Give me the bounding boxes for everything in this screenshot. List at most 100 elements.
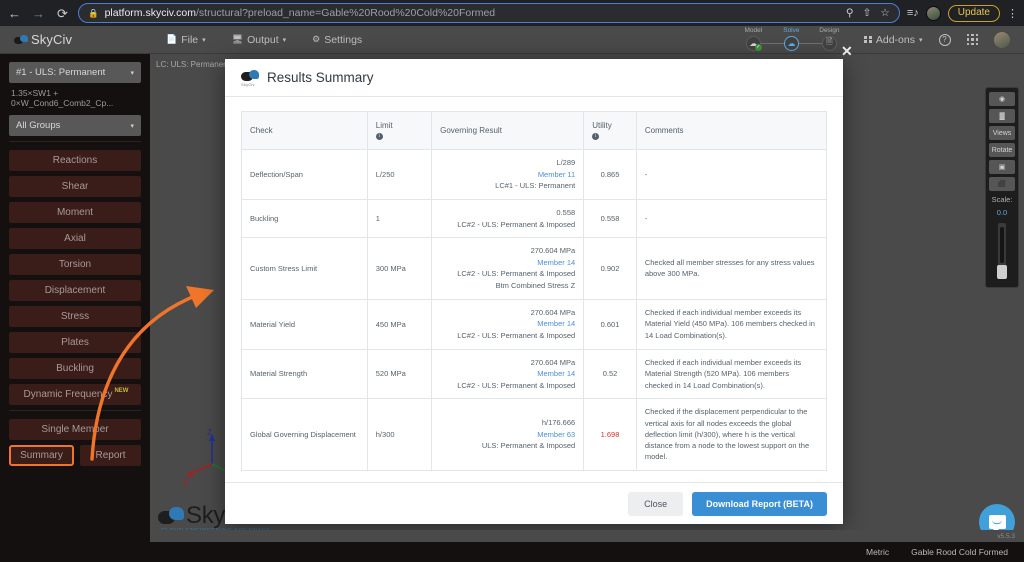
render-cube-icon[interactable]: ⬛ [989,177,1015,191]
apps-grid-icon[interactable] [966,33,978,46]
column-header-comments: Comments [635,111,828,150]
sidebar-item-shear[interactable]: Shear [9,176,141,197]
cloud-icon: ☁ [783,35,799,51]
svg-text:Z: Z [207,428,212,437]
rotate-button[interactable]: Rotate [989,143,1015,157]
status-bar: Metric Gable Rood Cold Formed [0,542,1024,562]
stage-model[interactable]: Model ☁ ✓ [734,27,792,51]
reading-list-icon[interactable]: ≡♪ [907,7,919,19]
skyciv-logo[interactable]: SkyCiv [14,32,134,47]
sidebar-item-buckling[interactable]: Buckling [9,358,141,379]
menu-settings[interactable]: ⚙ Settings [312,34,362,46]
cell-check: Deflection/Span [241,149,368,200]
gov-case: LC#2 - ULS: Permanent & Imposed [457,380,576,390]
viewport-tools-panel: ◉ ▓ Views Rotate ▣ ⬛ Scale: 0.0 [985,87,1019,288]
results-summary-table: Check Limit i Governing Result Utility i… [241,111,828,471]
search-icon[interactable]: ⚲ [846,7,854,19]
sidebar-item-report[interactable]: Report [80,445,141,466]
scale-slider[interactable] [997,222,1007,279]
gov-extra: Btm Combined Stress Z [495,281,576,290]
units-label[interactable]: Metric [866,547,889,557]
sidebar-item-plates[interactable]: Plates [9,332,141,353]
menu-file[interactable]: 📄 File ▾ [166,34,206,46]
camera-icon[interactable]: ▣ [989,160,1015,174]
reload-icon[interactable]: ⟳ [54,5,71,22]
sidebar-item-dynamic-frequency[interactable]: Dynamic Frequency NEW [9,384,141,405]
modal-header: SkyCiv Results Summary [225,59,843,97]
sidebar-divider [9,141,141,142]
menu-output[interactable]: 🖥 Output ▾ [232,34,286,46]
address-bar[interactable]: 🔒 platform.skyciv.com/structural?preload… [78,3,900,23]
browser-toolbar: ← → ⟳ 🔒 platform.skyciv.com/structural?p… [0,0,1024,26]
browser-actions: ≡♪ Update ⋮ [907,4,1018,22]
addons-menu[interactable]: Add-ons ▾ [864,34,923,46]
scale-label: Scale: [991,195,1013,204]
sidebar-item-stress[interactable]: Stress [9,306,141,327]
gov-case: LC#1 - ULS: Permanent [495,181,576,191]
stage-solve[interactable]: Solve ☁ [772,28,830,51]
cell-governing-result: L/289 Member 11 LC#1 - ULS: Permanent [431,149,585,200]
visibility-icon[interactable]: ◉ [989,92,1015,106]
kebab-menu-icon[interactable]: ⋮ [1007,7,1018,20]
menu-settings-label: Settings [324,33,363,46]
gov-value: 270.604 MPa [530,307,576,317]
cloud-icon: ☁ ✓ [745,35,762,51]
cell-check: Custom Stress Limit [241,237,368,300]
sidebar-item-summary[interactable]: Summary [9,445,74,466]
brand-name: SkyCiv [31,32,73,47]
chevron-down-icon: ▾ [130,69,134,77]
group-select[interactable]: All Groups ▾ [9,115,141,136]
download-report-button[interactable]: Download Report (BETA) [692,491,827,516]
update-button[interactable]: Update [947,4,1000,22]
gov-member-link[interactable]: Member 63 [440,429,575,441]
stage-model-label: Model [744,27,763,35]
gov-member-link[interactable]: Member 14 [440,318,575,330]
column-header-utility: Utility i [583,111,637,150]
gov-member-link[interactable]: Member 14 [440,368,575,380]
sidebar-item-moment[interactable]: Moment [9,202,141,223]
version-label: v5.5.3 [997,532,1015,540]
cell-comments: - [635,149,828,200]
column-header-check: Check [241,111,368,150]
header-right-tools: Model ☁ ✓ Solve ☁ Design 🗎 Add-ons ▾ ? [734,28,1010,51]
info-icon[interactable]: i [375,133,383,140]
user-avatar[interactable] [994,31,1010,48]
share-icon[interactable]: ⇧ [863,7,872,19]
cell-comments: Checked if each individual member exceed… [635,348,828,400]
main-menu: 📄 File ▾ 🖥 Output ▾ ⚙ Settings [166,34,362,46]
load-combination-select[interactable]: #1 - ULS: Permanent ▾ [9,62,141,83]
modal-body: Check Limit i Governing Result Utility i… [225,97,843,482]
forward-arrow-icon[interactable]: → [30,5,47,22]
gov-case: LC#2 - ULS: Permanent & Imposed [457,330,576,340]
gov-member-link[interactable]: Member 11 [440,169,575,181]
back-arrow-icon[interactable]: ← [6,5,23,22]
close-button[interactable]: Close [628,491,684,516]
cell-check: Material Yield [241,298,368,350]
gov-member-link[interactable]: Member 14 [440,257,575,269]
gov-case: LC#2 - ULS: Permanent & Imposed [457,269,576,279]
sidebar-item-torsion[interactable]: Torsion [9,254,141,275]
info-icon[interactable]: i [592,133,600,140]
sidebar-item-axial[interactable]: Axial [9,228,141,249]
cell-limit: h/300 [366,398,433,471]
monitor-icon: 🖥 [231,34,244,44]
cell-utility: 1.698 [583,398,637,471]
sidebar-item-single-member[interactable]: Single Member [9,419,141,440]
lock-icon: 🔒 [88,7,99,18]
gov-value: h/176.666 [541,418,576,428]
gov-case: LC#2 - ULS: Permanent & Imposed [457,219,576,229]
cell-check: Global Governing Displacement [241,398,368,471]
help-icon[interactable]: ? [938,33,951,46]
views-button[interactable]: Views [989,126,1015,140]
sidebar-item-displacement[interactable]: Displacement [9,280,141,301]
profile-avatar[interactable] [925,5,941,21]
cell-governing-result: 270.604 MPa Member 14 LC#2 - ULS: Perman… [431,348,585,400]
cell-limit: 1 [366,198,433,239]
chart-icon[interactable]: ▓ [989,109,1015,123]
star-icon[interactable]: ☆ [880,7,889,19]
column-header-limit: Limit i [366,111,433,150]
modal-close-icon[interactable]: ✕ [841,44,853,58]
table-row: Global Governing Displacement h/300 h/17… [241,398,828,471]
sidebar-item-reactions[interactable]: Reactions [9,150,141,171]
modal-footer: Close Download Report (BETA) [225,482,843,524]
